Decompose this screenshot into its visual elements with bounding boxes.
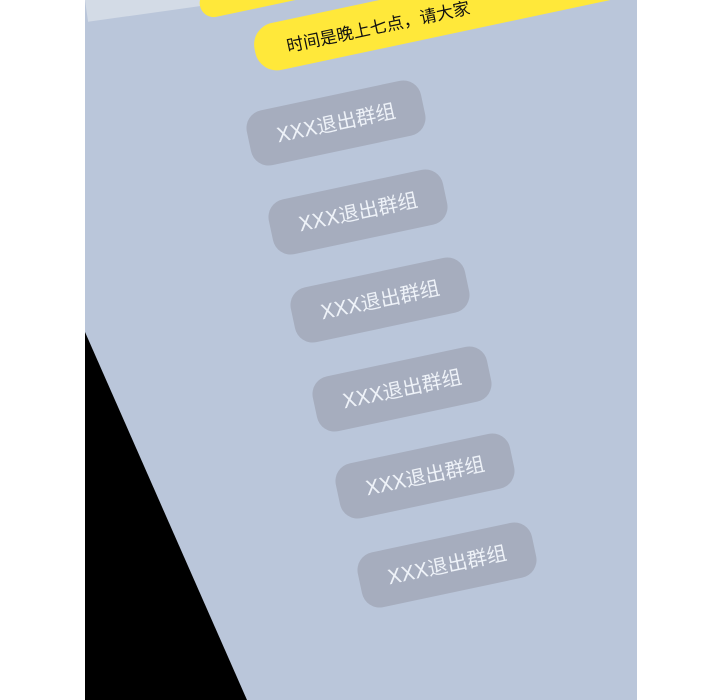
system-notice-text: XXX退出群组 [363, 451, 487, 501]
system-notice: XXX退出群组 [309, 343, 495, 435]
message-bubble[interactable]: 时间是晚上七点，请大家 [250, 0, 637, 75]
system-notice-text: XXX退出群组 [296, 187, 420, 237]
system-notice-text: XXX退出群组 [385, 540, 509, 590]
system-notice-text: XXX退出群组 [318, 275, 442, 325]
system-notice: XXX退出群组 [265, 166, 451, 258]
top-edge-highlight [85, 0, 207, 22]
system-notice-text: XXX退出群组 [274, 98, 398, 148]
message-text: 时间是晚上七点，请大家 [284, 0, 472, 58]
system-notice: XXX退出群组 [354, 519, 540, 611]
system-notice: XXX退出群组 [332, 430, 518, 522]
system-notice: XXX退出群组 [243, 77, 429, 169]
system-notice: XXX退出群组 [287, 254, 473, 346]
system-notice-text: XXX退出群组 [340, 364, 464, 414]
